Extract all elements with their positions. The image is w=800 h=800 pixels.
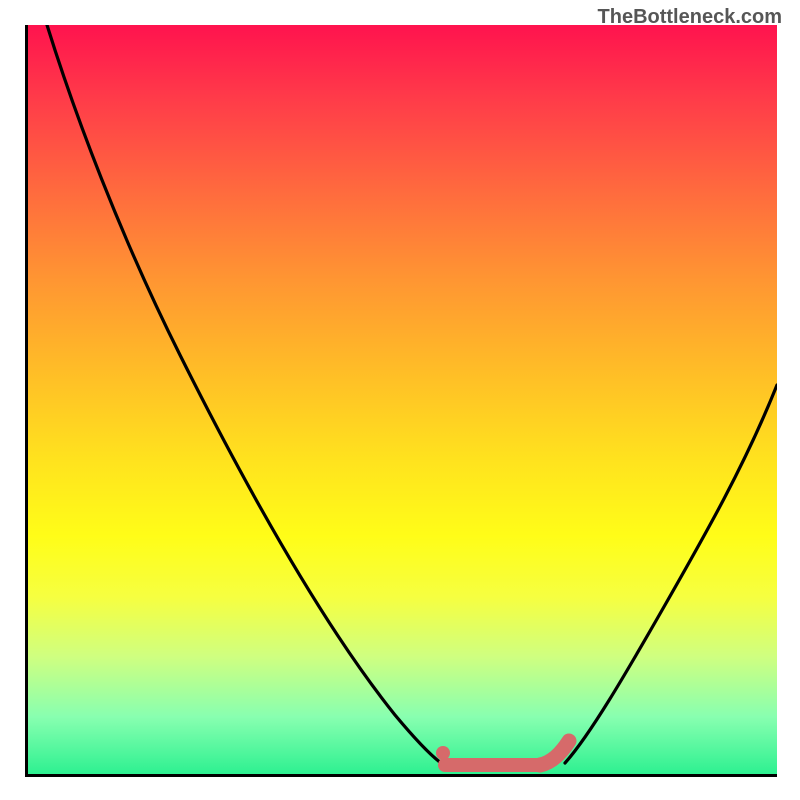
watermark-text: TheBottleneck.com xyxy=(598,6,782,29)
bottleneck-curve-right xyxy=(565,385,777,763)
optimal-marker-dot-left xyxy=(436,746,450,760)
chart-svg xyxy=(25,25,777,777)
bottleneck-curve-left xyxy=(47,25,441,763)
